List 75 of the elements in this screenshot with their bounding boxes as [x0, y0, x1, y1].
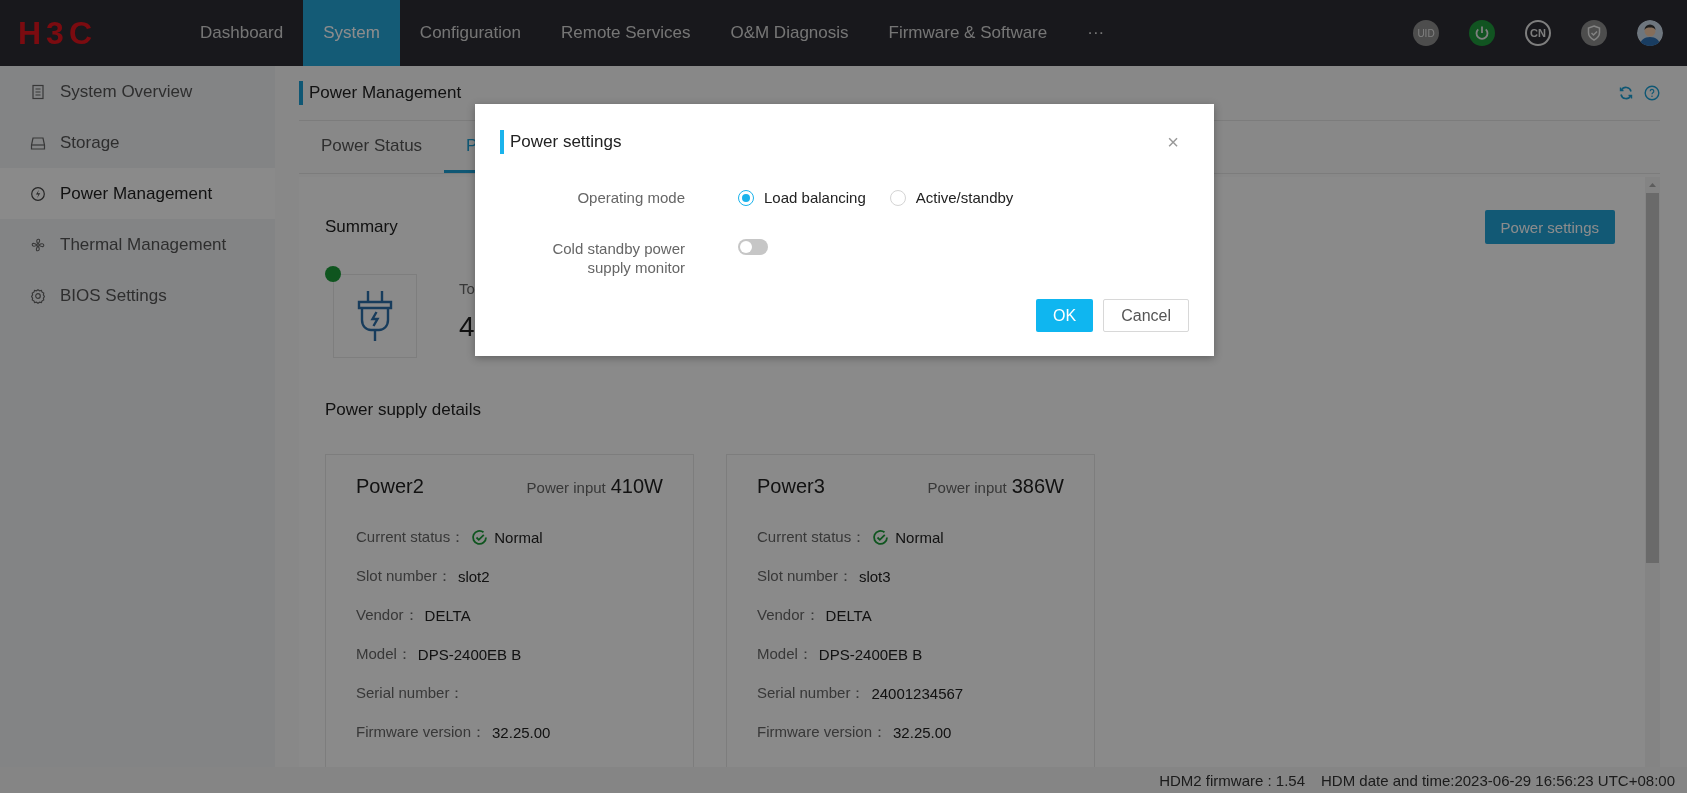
scrollbar[interactable]	[1645, 177, 1660, 767]
field-value: Normal	[895, 529, 944, 546]
power-input-value: 410W	[610, 475, 663, 498]
total-label: To	[459, 280, 475, 297]
cancel-button[interactable]: Cancel	[1103, 299, 1189, 332]
refresh-icon[interactable]	[1618, 85, 1634, 101]
card-title: Power3	[757, 475, 825, 498]
check-icon	[872, 529, 890, 546]
nav-tab[interactable]: System	[303, 0, 400, 66]
nav-tab[interactable]: O&M Diagnosis	[710, 0, 869, 66]
status-text: HDM2 firmware : 1.54	[1159, 771, 1306, 789]
field-value: DELTA	[825, 607, 872, 624]
field-label: Model：	[356, 645, 412, 664]
field-label: Firmware version：	[757, 723, 888, 742]
field-label: Slot number：	[757, 567, 853, 586]
field-label: Slot number：	[356, 567, 452, 586]
ok-button[interactable]: OK	[1036, 299, 1094, 332]
avatar-icon[interactable]	[1637, 20, 1663, 46]
shield-icon[interactable]	[1581, 20, 1607, 46]
dialog-title: Power settings	[510, 132, 622, 152]
nav-tab[interactable]: Dashboard	[180, 0, 304, 66]
section-heading: Summary	[325, 217, 398, 237]
field-label: Cold standby power supply monitor	[551, 239, 685, 277]
field-label: Vendor：	[356, 606, 419, 625]
language-badge[interactable]: CN	[1525, 20, 1551, 46]
field-value: slot2	[457, 568, 490, 585]
drive-icon	[30, 134, 46, 151]
document-icon	[30, 83, 46, 100]
nav-tab[interactable]: Firmware & Software	[868, 0, 1068, 66]
field-label: Power input	[927, 479, 1007, 496]
field-value: DELTA	[424, 607, 471, 624]
gear-icon	[30, 287, 46, 304]
status-dot	[325, 266, 341, 282]
field-label: Vendor：	[757, 606, 820, 625]
field-value: 32.25.00	[893, 724, 952, 741]
field-value: 24001234567	[871, 685, 964, 702]
sidebar-item[interactable]: Thermal Management	[0, 219, 275, 270]
nav-tab[interactable]: Remote Services	[541, 0, 711, 66]
field-label: Power input	[526, 479, 606, 496]
radio-option[interactable]: Active/standby	[889, 189, 1014, 206]
field-label: Firmware version：	[356, 723, 487, 742]
help-icon[interactable]	[1644, 85, 1660, 101]
field-label: Serial number：	[757, 684, 866, 703]
field-label: Model：	[757, 645, 813, 664]
bolt-icon	[30, 185, 46, 202]
close-button[interactable]: ×	[1163, 130, 1183, 154]
field-value: DPS-2400EB B	[818, 646, 923, 663]
sidebar-item[interactable]: BIOS Settings	[0, 270, 275, 321]
nav-tab[interactable]: ···	[1067, 0, 1125, 66]
power-icon[interactable]	[1469, 20, 1495, 46]
card-title: Power2	[356, 475, 424, 498]
sidebar-item[interactable]: System Overview	[0, 66, 275, 117]
sidebar-item[interactable]: Storage	[0, 117, 275, 168]
field-value: Normal	[494, 529, 543, 546]
tab[interactable]: Power Status	[299, 121, 445, 173]
logo: H3C	[17, 13, 98, 53]
section-heading: Power supply details	[325, 400, 482, 420]
check-icon	[471, 529, 489, 546]
page-title: Power Management	[309, 83, 462, 103]
sidebar-item[interactable]: Power Management	[0, 168, 275, 219]
power-settings-button[interactable]: Power settings	[1484, 210, 1615, 244]
power-input-value: 386W	[1011, 475, 1064, 498]
field-label: Current status：	[356, 528, 466, 547]
status-text: HDM date and time:2023-06-29 16:56:23 UTC+08:00	[1321, 771, 1675, 789]
total-value: 4	[459, 311, 475, 343]
field-value: DPS-2400EB B	[417, 646, 522, 663]
field-label: Serial number：	[356, 684, 465, 703]
fan-icon	[30, 236, 46, 253]
field-value: slot3	[858, 568, 891, 585]
nav-tab[interactable]: Configuration	[399, 0, 541, 66]
field-label: Current status：	[757, 528, 867, 547]
radio-option[interactable]: Load balancing	[738, 189, 866, 206]
field-value: 32.25.00	[492, 724, 551, 741]
toggle-switch[interactable]	[738, 239, 768, 255]
field-label: Operating mode	[576, 188, 685, 207]
